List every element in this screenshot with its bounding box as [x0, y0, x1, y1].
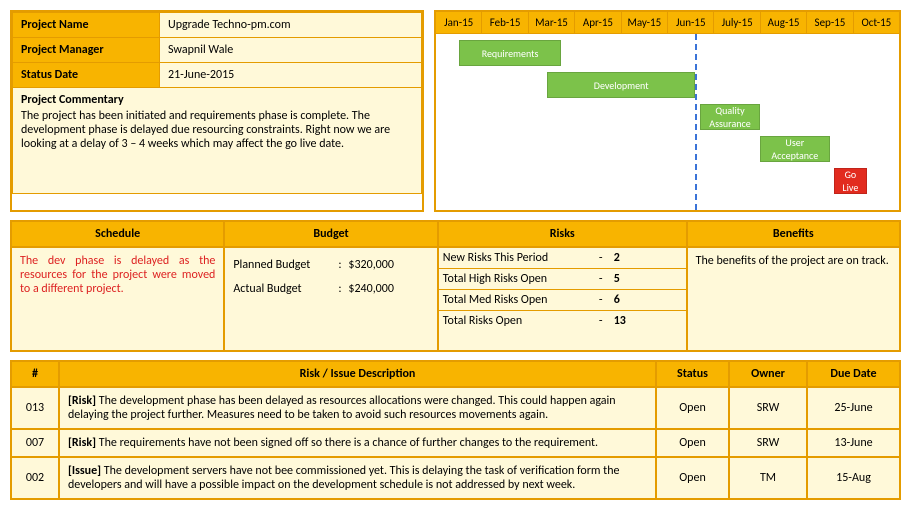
- table-row: 013[Risk] The development phase has been…: [11, 387, 900, 429]
- benefits-cell: The benefits of the project are on track…: [687, 247, 900, 351]
- value-status-date: 21-June-2015: [160, 63, 422, 88]
- risk-label: Total High Risks Open: [439, 269, 592, 290]
- schedule-cell: The dev phase is delayed as the resource…: [11, 247, 224, 351]
- header-desc: Risk / Issue Description: [59, 361, 656, 387]
- header-status: Status: [656, 361, 729, 387]
- table-row: 007[Risk] The requirements have not been…: [11, 429, 900, 457]
- project-commentary: Project Commentary The project has been …: [13, 88, 422, 194]
- gantt-month: July-15: [714, 12, 760, 33]
- issues-table: # Risk / Issue Description Status Owner …: [10, 360, 901, 500]
- value-project-manager: Swapnil Wale: [160, 38, 422, 63]
- issue-num: 013: [11, 387, 59, 429]
- header-owner: Owner: [729, 361, 807, 387]
- issue-due: 13-June: [807, 429, 900, 457]
- issue-num: 007: [11, 429, 59, 457]
- commentary-text: The project has been initiated and requi…: [21, 109, 390, 151]
- gantt-month: Aug-15: [761, 12, 807, 33]
- header-budget: Budget: [224, 221, 437, 247]
- gantt-month: Sep-15: [807, 12, 853, 33]
- label-project-name: Project Name: [13, 13, 160, 38]
- risk-value: 6: [610, 290, 686, 311]
- header-num: #: [11, 361, 59, 387]
- risks-cell: New Risks This Period-2Total High Risks …: [438, 247, 687, 351]
- issue-owner: TM: [729, 457, 807, 499]
- gantt-month: May-15: [622, 12, 668, 33]
- gantt-bar: Quality Assurance: [700, 104, 760, 130]
- header-risks: Risks: [438, 221, 687, 247]
- issue-num: 002: [11, 457, 59, 499]
- project-info-panel: Project Name Upgrade Techno-pm.com Proje…: [10, 10, 424, 212]
- issue-desc: [Issue] The development servers have not…: [59, 457, 656, 499]
- budget-cell: Planned Budget : $320,000 Actual Budget …: [224, 247, 437, 351]
- gantt-month: Apr-15: [575, 12, 621, 33]
- risk-value: 2: [610, 248, 686, 269]
- issue-due: 25-June: [807, 387, 900, 429]
- risk-value: 13: [610, 311, 686, 332]
- gantt-bar: Go Live: [834, 168, 866, 194]
- gantt-header: Jan-15Feb-15Mar-15Apr-15May-15Jun-15July…: [436, 12, 899, 34]
- commentary-title: Project Commentary: [21, 93, 413, 107]
- header-due: Due Date: [807, 361, 900, 387]
- label-status-date: Status Date: [13, 63, 160, 88]
- issue-owner: SRW: [729, 387, 807, 429]
- issue-status: Open: [656, 429, 729, 457]
- gantt-month: Oct-15: [854, 12, 899, 33]
- issue-status: Open: [656, 387, 729, 429]
- risk-value: 5: [610, 269, 686, 290]
- label-project-manager: Project Manager: [13, 38, 160, 63]
- summary-table: Schedule Budget Risks Benefits The dev p…: [10, 220, 901, 352]
- risk-label: Total Risks Open: [439, 311, 592, 332]
- risk-label: New Risks This Period: [439, 248, 592, 269]
- actual-budget-value: $240,000: [348, 282, 394, 296]
- value-project-name: Upgrade Techno-pm.com: [160, 13, 422, 38]
- gantt-bar: Requirements: [459, 40, 561, 66]
- issue-desc: [Risk] The development phase has been de…: [59, 387, 656, 429]
- gantt-month: Jun-15: [668, 12, 714, 33]
- gantt-bar: User Acceptance: [760, 136, 829, 162]
- gantt-month: Mar-15: [529, 12, 575, 33]
- gantt-month: Feb-15: [482, 12, 528, 33]
- gantt-chart: Jan-15Feb-15Mar-15Apr-15May-15Jun-15July…: [434, 10, 901, 212]
- header-schedule: Schedule: [11, 221, 224, 247]
- schedule-text: The dev phase is delayed as the resource…: [20, 254, 215, 296]
- issue-desc: [Risk] The requirements have not been si…: [59, 429, 656, 457]
- gantt-body: Requirements DevelopmentQuality Assurance…: [436, 34, 899, 210]
- gantt-month: Jan-15: [436, 12, 482, 33]
- header-benefits: Benefits: [687, 221, 900, 247]
- issue-owner: SRW: [729, 429, 807, 457]
- issue-due: 15-Aug: [807, 457, 900, 499]
- table-row: 002[Issue] The development servers have …: [11, 457, 900, 499]
- today-line: [695, 34, 697, 210]
- planned-budget-value: $320,000: [348, 258, 394, 272]
- gantt-bar: Development: [547, 72, 695, 98]
- risk-label: Total Med Risks Open: [439, 290, 592, 311]
- issue-status: Open: [656, 457, 729, 499]
- planned-budget-label: Planned Budget: [233, 258, 338, 272]
- actual-budget-label: Actual Budget: [233, 282, 338, 296]
